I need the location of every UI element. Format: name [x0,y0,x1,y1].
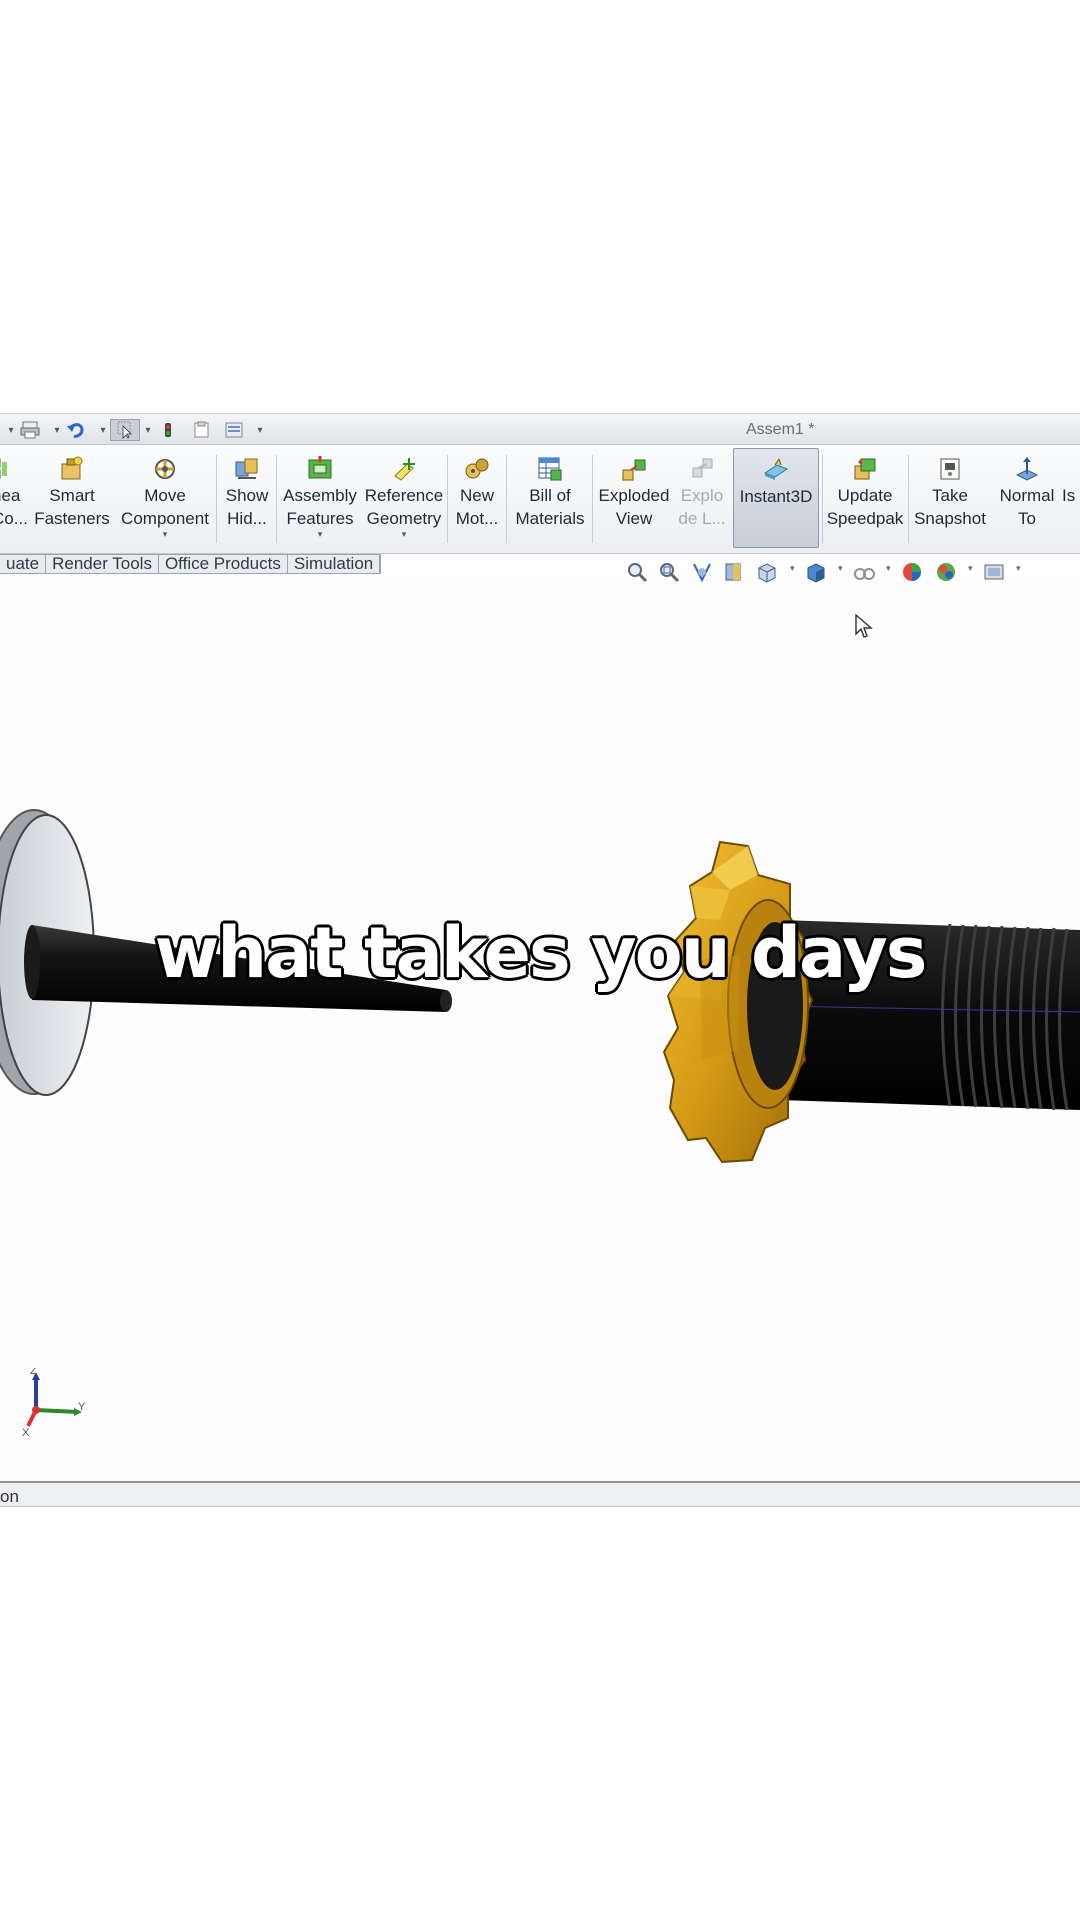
show-hidden-icon [235,458,258,479]
view-orientation-icon[interactable] [755,560,779,584]
zoom-to-area-icon[interactable] [657,560,681,584]
qa-dropdown-arrow[interactable]: ▾ [98,419,108,441]
move-component-icon [155,459,175,479]
tab-evaluate[interactable]: uate [0,555,47,573]
explode-line-sketch-button[interactable]: Explo de L... [674,448,730,548]
zoom-to-fit-icon[interactable] [625,560,649,584]
ribbon-separator [216,455,217,543]
video-caption: what takes you days [154,912,928,994]
ribbon-separator [908,455,909,543]
speedpak-icon [854,458,876,480]
qa-dropdown-arrow[interactable]: ▾ [6,419,16,441]
qa-dropdown-arrow[interactable]: ▾ [255,419,265,441]
apply-scene-dropdown[interactable]: ▾ [968,563,973,574]
spur-gear-part[interactable] [662,840,814,1164]
options-icon[interactable] [222,419,246,441]
tab-office-products[interactable]: Office Products [159,555,288,573]
explode-line-icon [692,458,713,478]
linear-pattern-icon [0,458,7,479]
triad-z-label: Z [30,1368,37,1377]
motion-study-icon [465,458,489,479]
view-orientation-dropdown[interactable]: ▾ [790,563,795,574]
ribbon-separator [506,455,507,543]
hide-show-items-icon[interactable] [852,560,876,584]
qa-dropdown-arrow[interactable]: ▾ [52,419,62,441]
edit-appearance-icon[interactable] [900,560,924,584]
normal-to-button[interactable]: Normal To [992,448,1062,548]
triad-y-label: Y [78,1401,86,1413]
status-text: on [0,1487,19,1506]
view-settings-icon[interactable] [982,560,1006,584]
dropdown-arrow[interactable]: ▾ [318,530,323,539]
ribbon-separator [592,455,593,543]
status-bar: on [0,1481,1080,1507]
dropdown-arrow[interactable]: ▾ [163,530,168,539]
graphics-area[interactable] [0,575,1080,1481]
snapshot-icon [940,458,960,480]
apply-scene-icon[interactable] [934,560,958,584]
select-icon[interactable] [110,419,140,441]
instant3d-button[interactable]: Instant3D [733,448,819,548]
exploded-view-button[interactable]: Exploded View [596,448,672,548]
dropdown-arrow[interactable]: ▾ [402,530,407,539]
update-speedpak-button[interactable]: Update Speedpak [824,448,906,548]
title-bar: ▾ ▾ ▾ ▾ ▾ Assem1 * [0,413,1080,445]
window-title: Assem1 * [746,421,815,438]
exploded-view-icon [622,459,646,481]
bill-of-materials-button[interactable]: Bill of Materials [510,448,590,548]
hide-show-dropdown[interactable]: ▾ [886,563,891,574]
assembly-features-button[interactable]: Assembly Features ▾ [280,448,360,548]
rebuild-icon[interactable] [156,419,180,441]
triad-x-label: X [22,1427,30,1438]
move-component-button[interactable]: Move Component ▾ [117,448,213,548]
section-view-icon[interactable] [722,560,746,584]
show-hidden-button[interactable]: Show Hid... [221,448,273,548]
reference-geometry-button[interactable]: Reference Geometry ▾ [362,448,446,548]
file-properties-icon[interactable] [190,419,214,441]
new-motion-study-button[interactable]: New Mot... [452,448,502,548]
smart-fasteners-button[interactable]: Smart Fasteners [34,448,110,548]
ribbon-separator [822,455,823,543]
assembly-model-view[interactable] [0,575,1080,1481]
display-style-dropdown[interactable]: ▾ [838,563,843,574]
tab-render-tools[interactable]: Render Tools [46,555,159,573]
ribbon-separator [276,455,277,543]
reference-geometry-icon [394,458,415,481]
assembly-features-icon [308,456,332,479]
display-style-icon[interactable] [804,560,828,584]
tab-simulation[interactable]: Simulation [288,555,381,573]
isometric-icon [1062,456,1080,482]
isometric-button[interactable]: Is [1062,448,1080,548]
normal-to-icon [1015,457,1039,481]
smart-fasteners-icon [61,456,83,480]
reference-triad-icon: Z Y X [22,1368,86,1438]
mouse-cursor-icon [855,614,873,638]
linear-component-pattern-button[interactable]: nea Co... [0,448,30,548]
qa-dropdown-arrow[interactable]: ▾ [143,419,153,441]
bom-table-icon [538,457,562,481]
view-settings-dropdown[interactable]: ▾ [1016,563,1021,574]
previous-view-icon[interactable] [690,560,714,584]
undo-icon[interactable] [64,419,88,441]
command-manager-tabs: uate Render Tools Office Products Simula… [0,554,382,574]
instant3d-icon [763,457,789,480]
command-manager-ribbon: nea Co... Smart Fasteners Move Component… [0,445,1080,554]
take-snapshot-button[interactable]: Take Snapshot [910,448,990,548]
ribbon-separator [447,455,448,543]
print-icon[interactable] [18,419,42,441]
